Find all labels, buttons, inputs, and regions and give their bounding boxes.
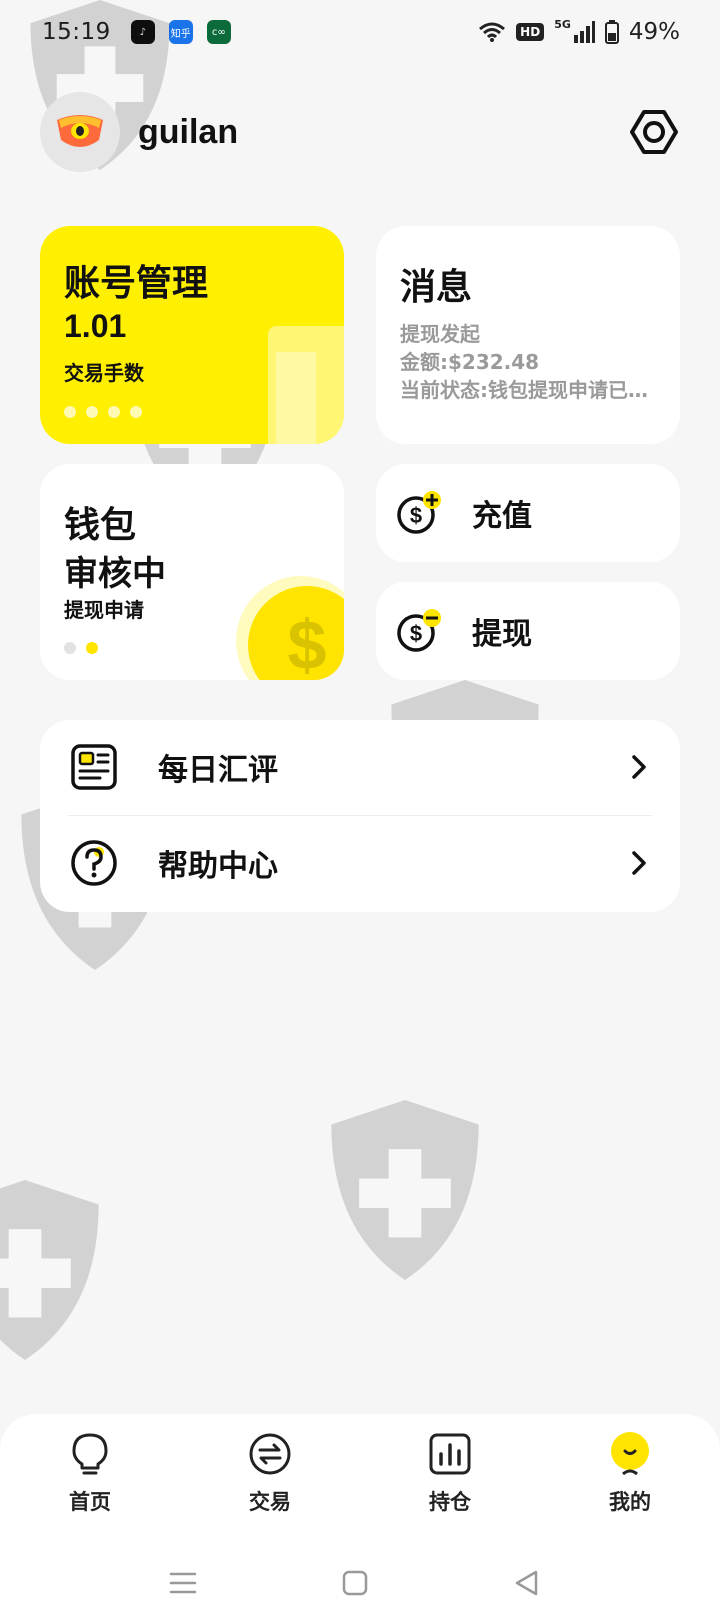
- help-icon: [71, 840, 117, 886]
- status-right: HD 5G 49%: [478, 17, 680, 45]
- deposit-button[interactable]: $ 充值: [376, 464, 680, 562]
- carousel-dot-active: [86, 642, 98, 654]
- carousel-dots: [64, 406, 142, 418]
- watermark-shield-icon: [0, 1180, 99, 1360]
- card-decoration: [276, 352, 316, 444]
- carousel-dot: [64, 406, 76, 418]
- carousel-dots: [64, 642, 98, 654]
- avatar[interactable]: [40, 92, 120, 172]
- nav-label: 我的: [609, 1490, 651, 1514]
- wallet-subtitle: 提现申请: [64, 598, 144, 622]
- menu-item-help-center[interactable]: 帮助中心: [40, 816, 680, 910]
- nav-label: 首页: [69, 1490, 111, 1514]
- nav-positions[interactable]: 持仓: [390, 1432, 510, 1528]
- carousel-dot: [64, 642, 76, 654]
- menu-list: 每日汇评 帮助中心: [40, 720, 680, 912]
- settings-hex-icon: [630, 110, 678, 154]
- account-card-title: 账号管理: [64, 263, 209, 304]
- account-lots-label: 交易手数: [64, 361, 144, 385]
- nav-mine[interactable]: 我的: [570, 1432, 690, 1528]
- wallet-card[interactable]: $ 钱包 审核中 提现申请: [40, 464, 344, 680]
- profile-icon: [611, 1432, 649, 1476]
- menu-lines-icon[interactable]: [168, 1568, 198, 1598]
- deposit-label: 充值: [472, 499, 532, 534]
- system-nav-bar: [0, 1554, 720, 1612]
- coin-minus-icon: $: [397, 609, 441, 652]
- message-card[interactable]: 消息 提现发起 金额:$232.48 当前状态:钱包提现申请已提交: [376, 226, 680, 444]
- back-triangle-icon[interactable]: [512, 1568, 542, 1598]
- bulb-icon: [72, 1433, 108, 1475]
- menu-item-label: 帮助中心: [158, 849, 278, 884]
- status-left: 15:19 ♪ 知乎 c∞: [42, 19, 231, 45]
- profile-header: guilan: [40, 92, 680, 172]
- exchange-icon: [249, 1433, 291, 1475]
- wallet-status: 审核中: [64, 554, 166, 594]
- svg-text:$: $: [410, 503, 422, 528]
- chevron-right-icon: [632, 851, 646, 875]
- bottom-nav: 首页 交易 持仓 我的: [0, 1414, 720, 1554]
- status-time: 15:19: [42, 19, 111, 45]
- message-line: 当前状态:钱包提现申请已提交: [400, 378, 662, 402]
- avatar-eye-icon: [57, 115, 103, 147]
- battery-level: 49%: [628, 19, 680, 45]
- hd-badge: HD: [516, 23, 545, 41]
- news-icon: [71, 744, 117, 790]
- chart-icon: [429, 1433, 471, 1475]
- battery-icon: [604, 20, 619, 44]
- chevron-right-icon: [632, 755, 646, 779]
- message-line: 提现发起: [400, 322, 480, 346]
- username: guilan: [138, 112, 239, 151]
- status-bar: 15:19 ♪ 知乎 c∞ HD 5G 49%: [0, 0, 720, 64]
- nav-label: 持仓: [429, 1490, 471, 1514]
- nav-trade[interactable]: 交易: [210, 1432, 330, 1528]
- signal-icon: [573, 21, 595, 43]
- coin-plus-icon: $: [397, 491, 441, 534]
- nav-home[interactable]: 首页: [30, 1432, 150, 1528]
- message-card-title: 消息: [400, 267, 473, 308]
- carousel-dot: [130, 406, 142, 418]
- svg-text:$: $: [410, 621, 422, 646]
- menu-item-label: 每日汇评: [158, 753, 278, 788]
- nav-label: 交易: [249, 1490, 291, 1514]
- menu-item-daily-review[interactable]: 每日汇评: [40, 720, 680, 814]
- settings-button[interactable]: [628, 106, 680, 158]
- carousel-dot: [86, 406, 98, 418]
- message-line: 金额:$232.48: [400, 350, 540, 374]
- wifi-icon: [479, 22, 506, 42]
- tiktok-icon: ♪: [130, 20, 155, 44]
- zhihu-icon: 知乎: [168, 20, 193, 44]
- carousel-dot: [108, 406, 120, 418]
- account-lots-value: 1.01: [64, 308, 127, 344]
- withdraw-label: 提现: [472, 617, 532, 652]
- account-management-card[interactable]: 账号管理 1.01 交易手数: [40, 226, 344, 444]
- app-icon: c∞: [206, 20, 231, 44]
- watermark-shield-icon: [331, 1100, 479, 1280]
- withdraw-button[interactable]: $ 提现: [376, 582, 680, 680]
- home-square-icon[interactable]: [340, 1568, 370, 1598]
- wallet-card-title: 钱包: [64, 505, 137, 546]
- network-type: 5G: [554, 17, 571, 31]
